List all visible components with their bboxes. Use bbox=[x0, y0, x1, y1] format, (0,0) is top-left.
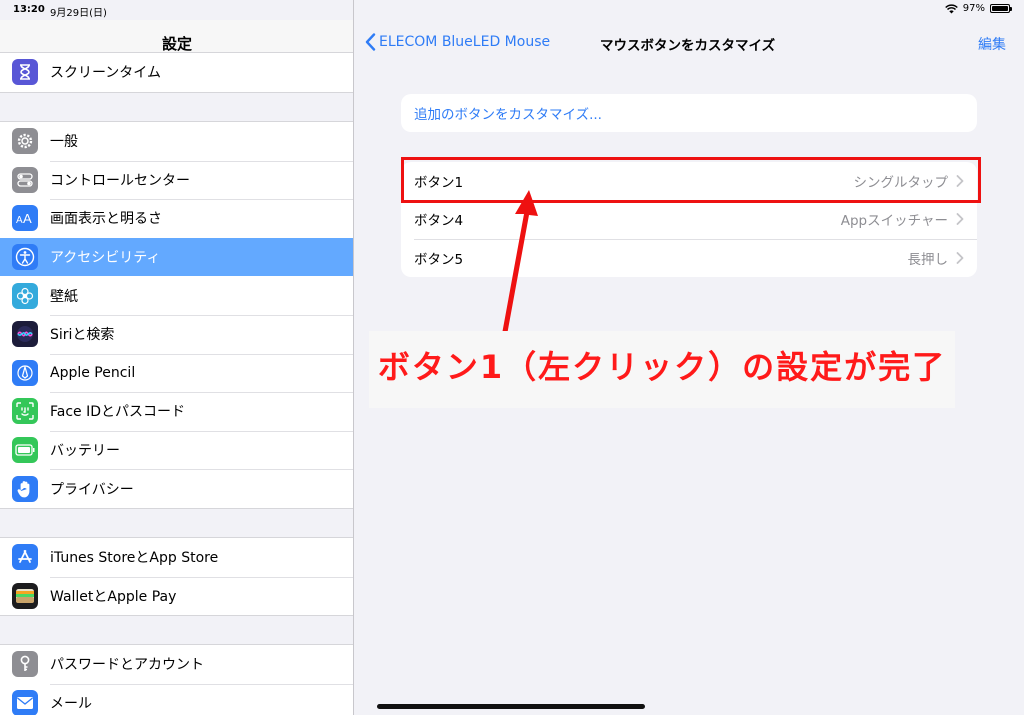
key-icon bbox=[12, 651, 38, 678]
sidebar-item-label: Apple Pencil bbox=[50, 364, 136, 381]
battery-fill bbox=[992, 6, 1008, 11]
sidebar-item[interactable]: Siriと検索 bbox=[0, 314, 353, 354]
siri-icon bbox=[12, 321, 38, 348]
sidebar-item[interactable]: パスワードとアカウント bbox=[0, 645, 353, 684]
sidebar-title: 設定 bbox=[161, 35, 192, 53]
sidebar-item[interactable]: アクセシビリティ bbox=[0, 237, 353, 277]
sidebar-item[interactable]: A A 画面表示と明るさ bbox=[0, 199, 353, 238]
accessibility-icon bbox=[12, 244, 38, 271]
sidebar-item-label: アクセシビリティ bbox=[50, 250, 161, 267]
detail-pane: ELECOM BlueLED Mouse マウスボタンをカスタマイズ 編集 追加… bbox=[355, 0, 1024, 715]
settings-sidebar: 設定 スクリーンタイム 一般コントロールセンター A A 画面表示と明るさ アクセシビリテ… bbox=[0, 0, 354, 715]
sidebar-item[interactable]: バッテリー bbox=[0, 430, 353, 470]
gear-icon bbox=[12, 128, 38, 155]
pencil-icon bbox=[12, 359, 38, 386]
app-store-icon bbox=[12, 544, 38, 571]
sidebar-item-label: プライバシー bbox=[50, 481, 134, 498]
sidebar-item[interactable]: 壁紙 bbox=[0, 276, 353, 315]
svg-text:A: A bbox=[16, 215, 23, 225]
sidebar-item[interactable]: 一般 bbox=[0, 122, 353, 161]
sidebar-group: 一般コントロールセンター A A 画面表示と明るさ アクセシビリティ 壁紙 Siriと検索 A… bbox=[0, 121, 353, 509]
battery-icon bbox=[12, 437, 38, 464]
sidebar-item[interactable]: iTunes StoreとApp Store bbox=[0, 538, 353, 577]
sidebar-group: パスワードとアカウント メール bbox=[0, 644, 353, 715]
status-bar: 13:20 9月29日(日) 97% bbox=[0, 0, 1024, 20]
sidebar-item-label: スクリーンタイム bbox=[50, 65, 162, 82]
hourglass-icon bbox=[12, 59, 38, 86]
sidebar-item-label: パスワードとアカウント bbox=[50, 657, 204, 674]
sidebar-item[interactable]: プライバシー bbox=[0, 469, 353, 508]
status-time: 13:20 bbox=[13, 4, 45, 15]
home-indicator bbox=[377, 704, 645, 709]
battery-percent: 97% bbox=[962, 3, 985, 14]
status-right: 97% bbox=[944, 3, 1012, 14]
mail-icon bbox=[12, 689, 38, 715]
face-id-icon bbox=[12, 398, 38, 425]
sidebar-group: iTunes StoreとApp Store WalletとApple Pay bbox=[0, 537, 353, 617]
battery-indicator-icon bbox=[990, 4, 1012, 13]
sidebar-item-label: コントロールセンター bbox=[50, 172, 190, 189]
hand-icon bbox=[12, 475, 38, 502]
wallet-icon bbox=[12, 582, 38, 609]
sidebar-item[interactable]: コントロールセンター bbox=[0, 160, 353, 200]
sidebar-group: スクリーンタイム bbox=[0, 52, 353, 93]
text-size-icon: AA bbox=[12, 205, 38, 232]
sidebar-item-label: バッテリー bbox=[50, 443, 120, 460]
sidebar-item-label: Face IDとパスコード bbox=[50, 404, 186, 421]
annotation-text: ボタン1（左クリック）の設定が完了 bbox=[377, 348, 947, 386]
flower-icon bbox=[12, 282, 38, 309]
sidebar-item-label: 壁紙 bbox=[50, 288, 78, 305]
sidebar-item-label: メール bbox=[50, 695, 92, 712]
sidebar-item[interactable]: メール bbox=[0, 683, 353, 715]
sidebar-item[interactable]: スクリーンタイム bbox=[0, 53, 353, 92]
sidebar-item-label: WalletとApple Pay bbox=[50, 588, 177, 605]
status-date: 9月29日(日) bbox=[50, 8, 107, 19]
sidebar-item[interactable]: Face IDとパスコード bbox=[0, 392, 353, 431]
sidebar-item-label: 一般 bbox=[50, 134, 78, 151]
sidebar-item-label: 画面表示と明るさ bbox=[50, 211, 162, 228]
toggles-icon bbox=[12, 166, 38, 193]
sidebar-item[interactable]: Apple Pencil bbox=[0, 353, 353, 393]
svg-text:A: A bbox=[23, 211, 32, 225]
sidebar-item-label: Siriと検索 bbox=[50, 327, 115, 344]
sidebar-item-label: iTunes StoreとApp Store bbox=[50, 550, 219, 567]
sidebar-item[interactable]: WalletとApple Pay bbox=[0, 576, 353, 616]
wifi-icon bbox=[944, 3, 958, 13]
